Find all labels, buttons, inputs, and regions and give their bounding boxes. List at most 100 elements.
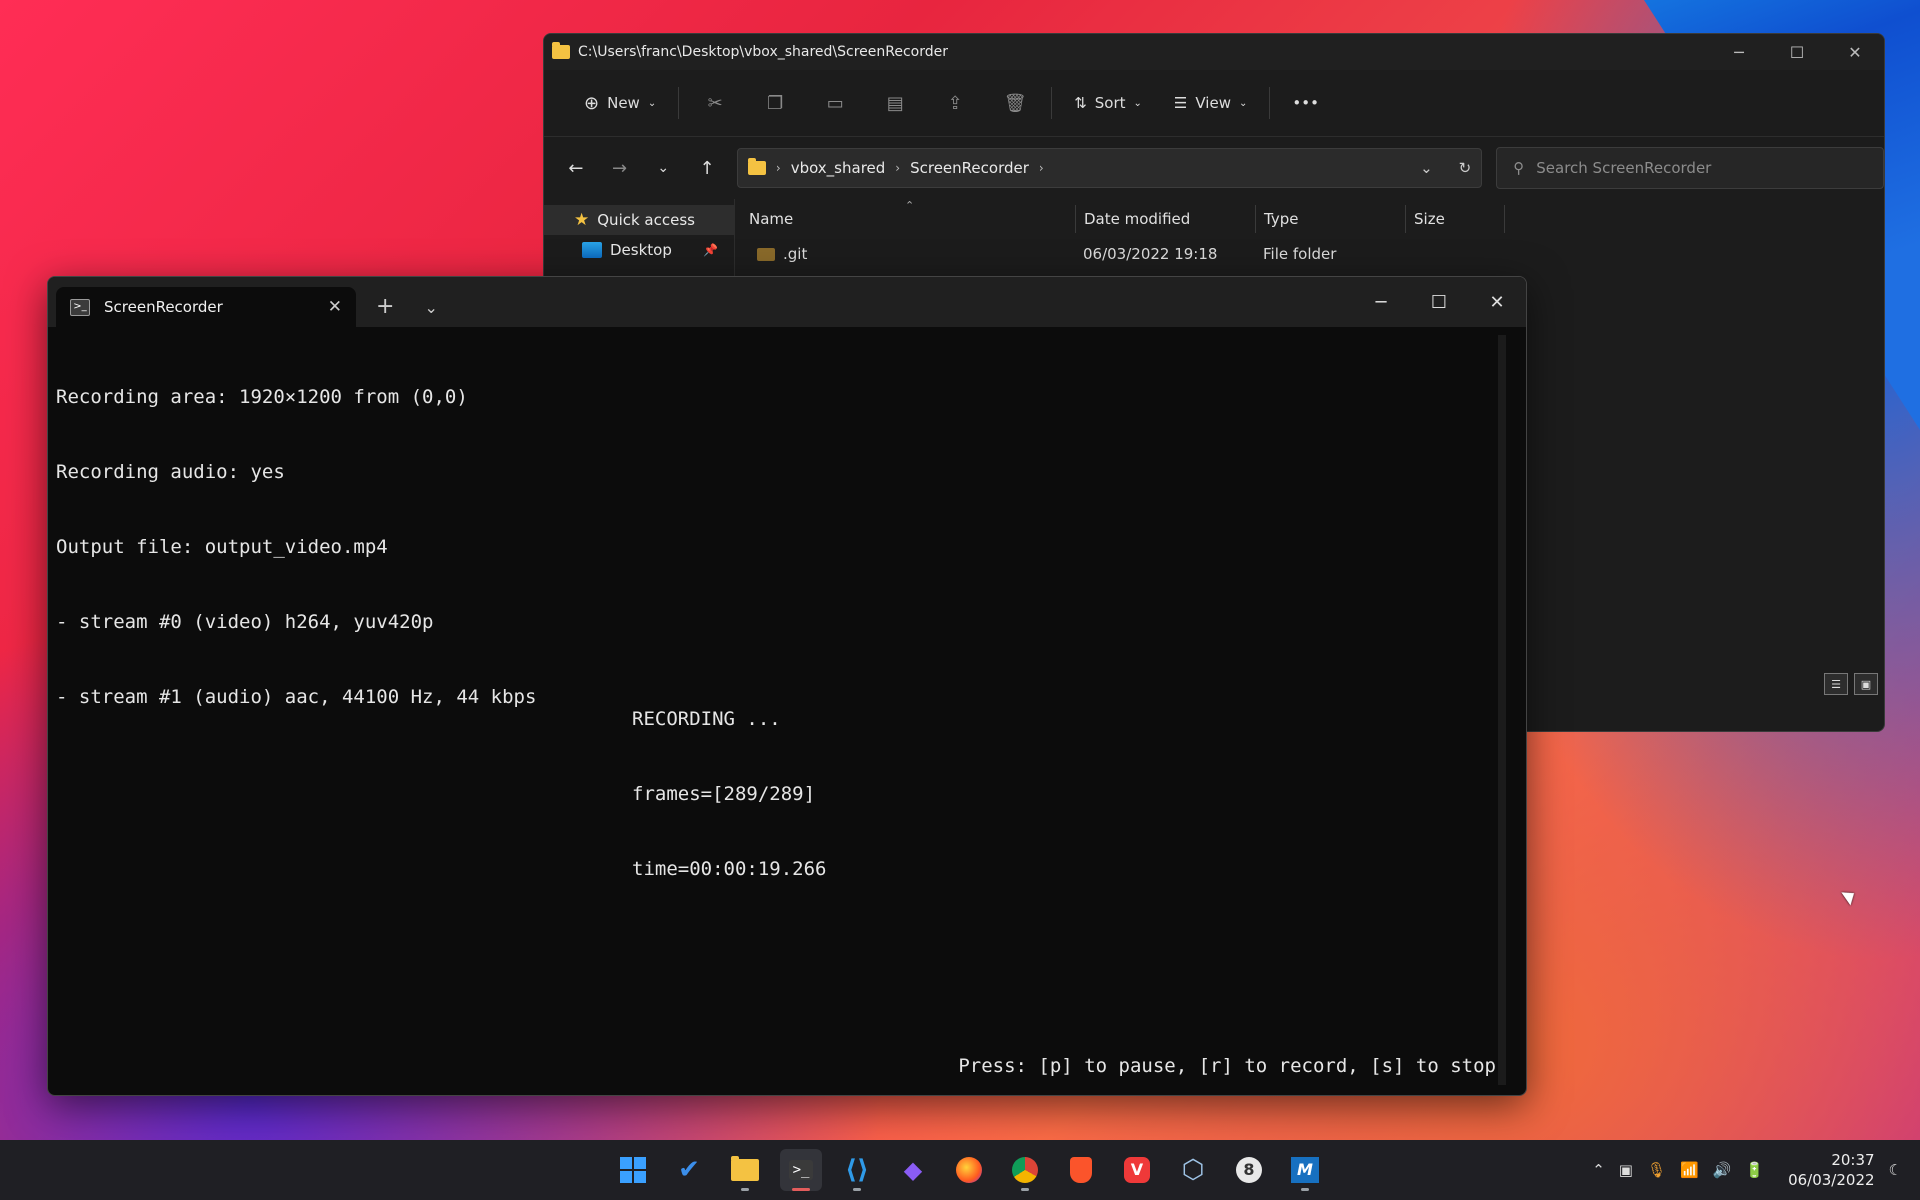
scissors-icon: ✂ bbox=[707, 92, 723, 114]
sidebar-item-quick-access[interactable]: ★ Quick access bbox=[544, 205, 734, 235]
close-button[interactable]: ✕ bbox=[1826, 43, 1884, 62]
vivaldi-app-button[interactable]: V bbox=[1116, 1149, 1158, 1191]
column-date-modified[interactable]: Date modified bbox=[1075, 205, 1255, 233]
file-date: 06/03/2022 19:18 bbox=[1083, 245, 1218, 263]
folder-icon bbox=[552, 42, 570, 59]
more-options-button[interactable]: ••• bbox=[1276, 83, 1335, 123]
virtualbox-tray-icon[interactable]: ▣ bbox=[1619, 1161, 1633, 1179]
firefox-icon bbox=[956, 1157, 982, 1183]
cut-button[interactable]: ✂ bbox=[685, 83, 745, 123]
star-icon: ★ bbox=[574, 210, 590, 230]
terminal-output[interactable]: Recording area: 1920×1200 from (0,0) Rec… bbox=[56, 335, 1496, 1081]
search-input[interactable]: ⚲ Search ScreenRecorder bbox=[1496, 147, 1884, 189]
chrome-app-button[interactable] bbox=[1004, 1149, 1046, 1191]
pin-icon: 📌 bbox=[703, 243, 718, 257]
sort-ascending-icon: ⌃ bbox=[905, 199, 915, 212]
microphone-icon[interactable]: 🎙 bbox=[1647, 1161, 1666, 1179]
column-type[interactable]: Type bbox=[1255, 205, 1405, 233]
toolbar-divider bbox=[1051, 87, 1053, 119]
close-tab-icon[interactable]: ✕ bbox=[328, 297, 342, 317]
breadcrumb-separator: › bbox=[1038, 161, 1044, 175]
app-8-icon: 8 bbox=[1236, 1157, 1262, 1183]
address-bar[interactable]: › vbox_shared › ScreenRecorder › ⌄ ↻ bbox=[736, 148, 1483, 188]
explorer-titlebar[interactable]: C:\Users\franc\Desktop\vbox_shared\Scree… bbox=[544, 34, 1884, 70]
column-size[interactable]: Size bbox=[1405, 205, 1505, 233]
recent-locations-button[interactable]: ⌄ bbox=[641, 160, 685, 176]
table-row[interactable]: .git 06/03/2022 19:18 File folder bbox=[735, 239, 1884, 269]
close-button[interactable]: ✕ bbox=[1468, 292, 1526, 313]
terminal-app-button[interactable]: >_ bbox=[780, 1149, 822, 1191]
refresh-icon[interactable]: ↻ bbox=[1459, 159, 1472, 177]
sort-button[interactable]: ⇅ Sort ⌄ bbox=[1058, 83, 1158, 123]
large-icons-view-button[interactable]: ▣ bbox=[1854, 673, 1878, 695]
wifi-icon[interactable]: 📶 bbox=[1680, 1161, 1699, 1179]
output-line: - stream #0 (video) h264, yuv420p bbox=[56, 611, 434, 633]
checkmark-icon: ✔ bbox=[678, 1155, 700, 1185]
maximize-button[interactable]: ☐ bbox=[1768, 43, 1826, 62]
minimize-button[interactable]: ─ bbox=[1352, 292, 1410, 313]
up-button[interactable]: ↑ bbox=[685, 158, 729, 179]
sidebar-item-desktop[interactable]: Desktop 📌 bbox=[544, 235, 734, 265]
battery-icon[interactable]: 🔋 bbox=[1745, 1161, 1764, 1179]
toolbar-divider bbox=[1269, 87, 1271, 119]
firefox-app-button[interactable] bbox=[948, 1149, 990, 1191]
copy-button[interactable]: ❐ bbox=[745, 83, 805, 123]
folder-icon bbox=[747, 158, 766, 175]
more-icon: ••• bbox=[1292, 94, 1319, 112]
toolbar-divider bbox=[678, 87, 680, 119]
show-hidden-icons-chevron-icon[interactable]: ⌃ bbox=[1592, 1161, 1605, 1179]
explorer-toolbar: ⊕ New ⌄ ✂ ❐ ▭ ▤ ⇪ 🗑 ⇅ Sort ⌄ ☰ View ⌄ ••… bbox=[544, 70, 1884, 137]
share-button[interactable]: ⇪ bbox=[925, 83, 985, 123]
back-button[interactable]: ← bbox=[554, 158, 598, 179]
new-button[interactable]: ⊕ New ⌄ bbox=[568, 83, 672, 123]
file-explorer-app-button[interactable] bbox=[724, 1149, 766, 1191]
view-switcher: ☰ ▣ bbox=[1824, 673, 1878, 695]
frames-counter: frames=[289/289] bbox=[632, 783, 816, 805]
system-tray: ⌃ ▣ 🎙 📶 🔊 🔋 20:37 06/03/2022 ☾ bbox=[1592, 1140, 1902, 1200]
breadcrumb-vbox-shared[interactable]: vbox_shared bbox=[791, 159, 886, 177]
delete-button[interactable]: 🗑 bbox=[985, 83, 1045, 123]
brave-app-button[interactable] bbox=[1060, 1149, 1102, 1191]
rename-button[interactable]: ▤ bbox=[865, 83, 925, 123]
focus-assist-moon-icon[interactable]: ☾ bbox=[1889, 1161, 1902, 1179]
chevron-down-icon: ⌄ bbox=[1133, 97, 1142, 109]
todo-app-button[interactable]: ✔ bbox=[668, 1149, 710, 1191]
app-m-button[interactable]: M bbox=[1284, 1149, 1326, 1191]
view-button[interactable]: ☰ View ⌄ bbox=[1158, 83, 1263, 123]
obsidian-icon: ◆ bbox=[903, 1156, 923, 1184]
details-view-button[interactable]: ☰ bbox=[1824, 673, 1848, 695]
forward-button[interactable]: → bbox=[598, 158, 642, 179]
file-type: File folder bbox=[1263, 245, 1337, 263]
folder-icon bbox=[757, 248, 775, 261]
scrollbar[interactable] bbox=[1498, 335, 1506, 1085]
paste-button[interactable]: ▭ bbox=[805, 83, 865, 123]
app-8-button[interactable]: 8 bbox=[1228, 1149, 1270, 1191]
vscode-app-button[interactable]: ⟨⟩ bbox=[836, 1149, 878, 1191]
taskbar: ✔ >_ ⟨⟩ ◆ V ⬡ 8 M ⌃ ▣ 🎙 📶 🔊 🔋 20:37 06/0… bbox=[0, 1140, 1920, 1200]
terminal-icon: >_ bbox=[788, 1160, 814, 1180]
minimize-button[interactable]: ─ bbox=[1710, 43, 1768, 62]
app-m-icon: M bbox=[1291, 1157, 1319, 1183]
virtualbox-app-button[interactable]: ⬡ bbox=[1172, 1149, 1214, 1191]
start-button[interactable] bbox=[612, 1149, 654, 1191]
desktop-icon bbox=[582, 242, 602, 258]
copy-icon: ❐ bbox=[767, 92, 784, 114]
terminal-tab[interactable]: >_ ScreenRecorder ✕ bbox=[56, 287, 356, 327]
windows-logo-icon bbox=[620, 1157, 646, 1183]
keyboard-hint: Press: [p] to pause, [r] to record, [s] … bbox=[958, 1055, 1496, 1077]
share-icon: ⇪ bbox=[947, 92, 963, 114]
plus-circle-icon: ⊕ bbox=[584, 92, 600, 114]
breadcrumb-screenrecorder[interactable]: ScreenRecorder bbox=[910, 159, 1029, 177]
address-dropdown-icon[interactable]: ⌄ bbox=[1420, 159, 1433, 177]
breadcrumb-separator: › bbox=[895, 161, 901, 175]
obsidian-app-button[interactable]: ◆ bbox=[892, 1149, 934, 1191]
terminal-tabbar[interactable]: >_ ScreenRecorder ✕ + ⌄ ─ ☐ ✕ bbox=[48, 277, 1526, 327]
new-tab-button[interactable]: + bbox=[376, 294, 394, 319]
maximize-button[interactable]: ☐ bbox=[1410, 292, 1468, 313]
chevron-down-icon: ⌄ bbox=[647, 97, 657, 109]
volume-icon[interactable]: 🔊 bbox=[1713, 1161, 1732, 1179]
tab-dropdown-button[interactable]: ⌄ bbox=[424, 298, 437, 317]
output-line: Output file: output_video.mp4 bbox=[56, 536, 388, 558]
explorer-navbar: ← → ⌄ ↑ › vbox_shared › ScreenRecorder ›… bbox=[544, 137, 1884, 199]
clock[interactable]: 20:37 06/03/2022 bbox=[1788, 1150, 1874, 1190]
